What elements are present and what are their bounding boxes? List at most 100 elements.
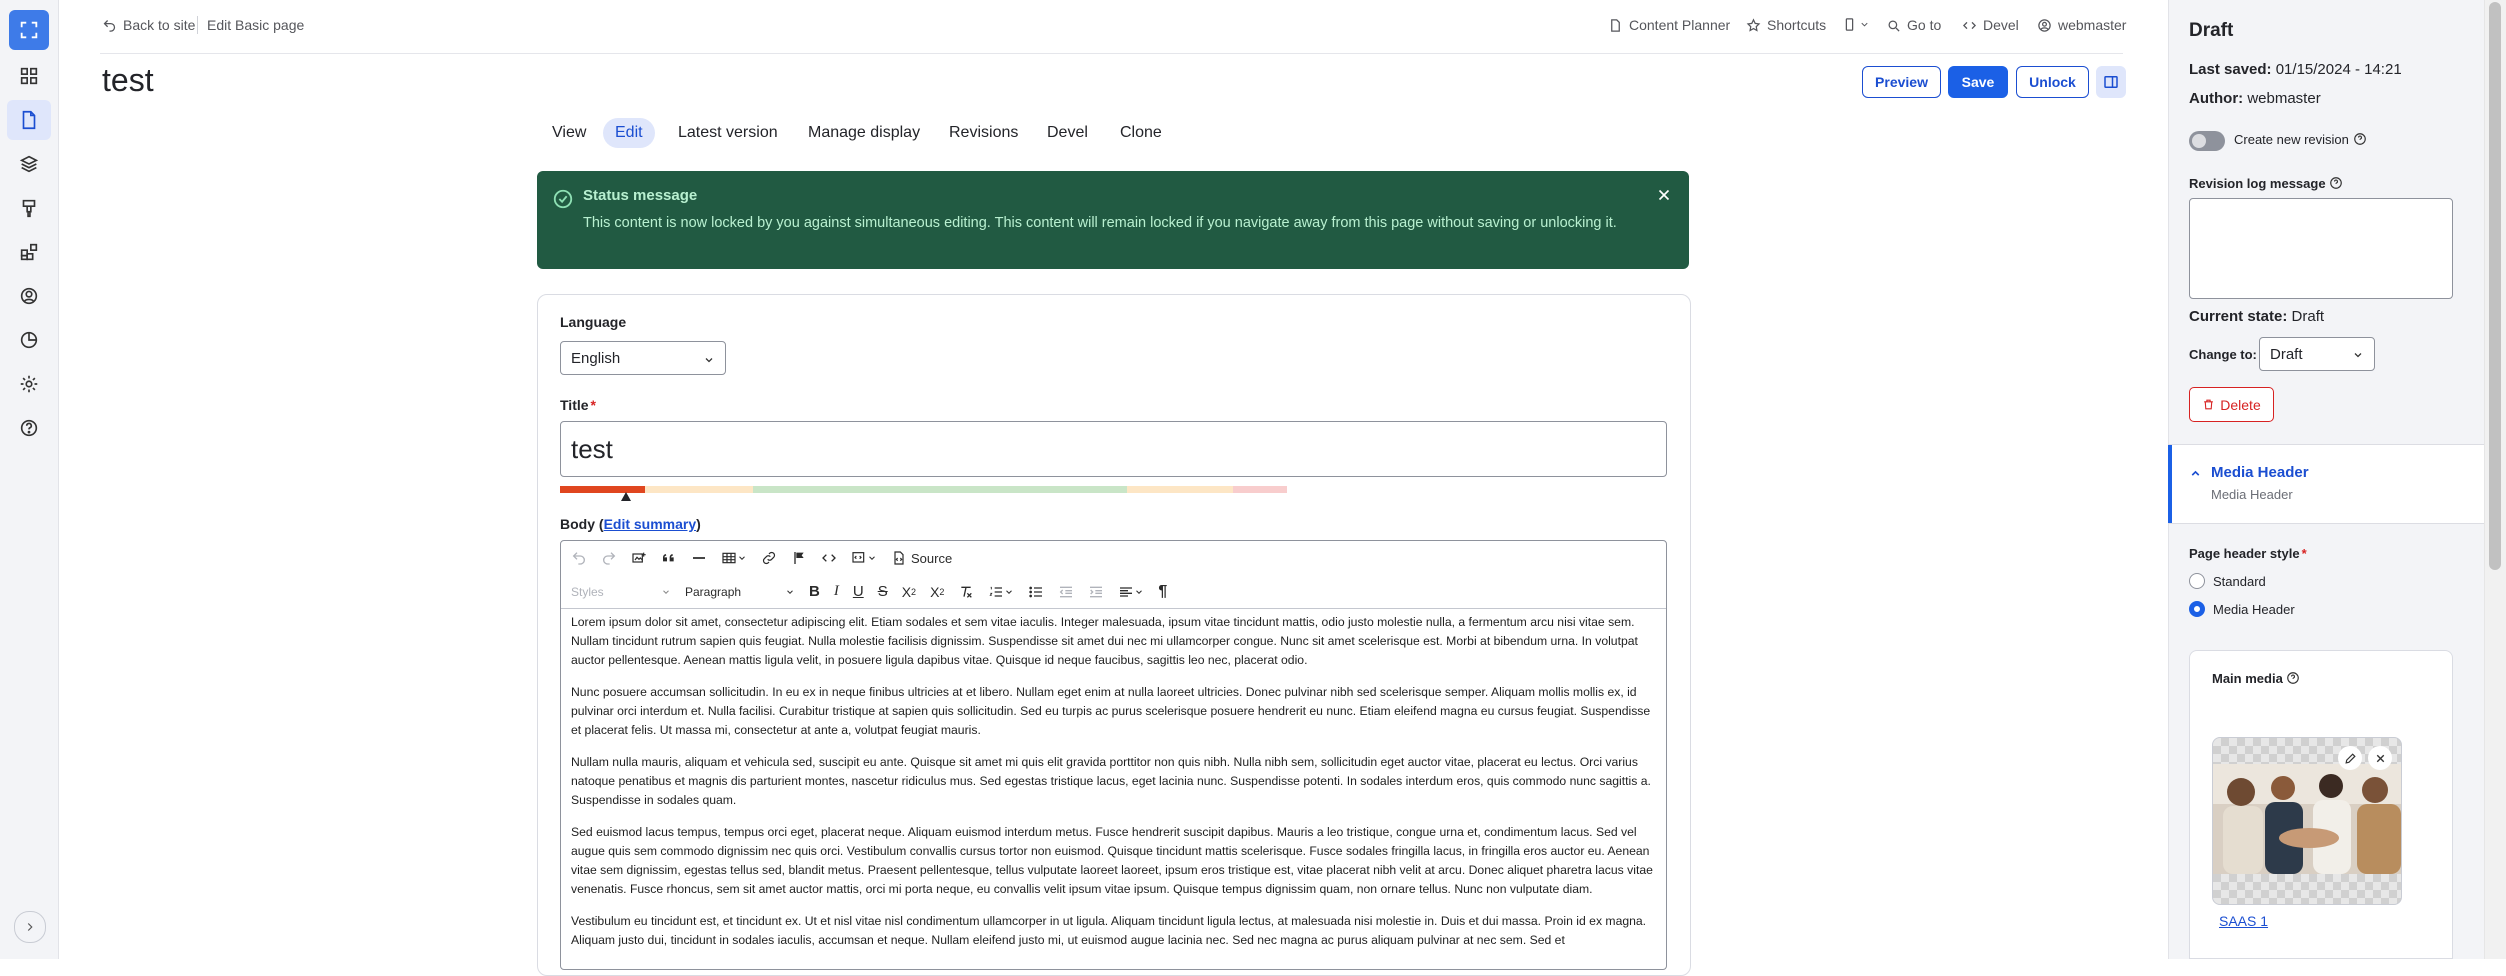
create-revision-toggle[interactable] [2189, 131, 2225, 151]
radio-standard[interactable] [2189, 573, 2205, 589]
readability-meter [560, 486, 1667, 493]
strikethrough-icon[interactable]: S [878, 583, 888, 600]
anchor-flag-icon[interactable] [791, 550, 807, 566]
horizontal-line-icon[interactable] [691, 550, 707, 566]
edit-media-button[interactable] [2338, 746, 2362, 770]
content-icon[interactable] [7, 100, 51, 140]
appearance-icon[interactable] [7, 188, 51, 228]
go-to-label: Go to [1907, 17, 1942, 33]
styles-dropdown[interactable]: Styles [571, 585, 671, 599]
unlock-button[interactable]: Unlock [2016, 66, 2089, 98]
people-icon[interactable] [7, 276, 51, 316]
link-icon[interactable] [761, 550, 777, 566]
code-icon[interactable] [821, 550, 837, 566]
help-icon[interactable] [7, 408, 51, 448]
media-header-section-toggle[interactable] [2168, 445, 2484, 523]
media-header-subtitle: Media Header [2211, 487, 2293, 502]
dashboard-icon[interactable] [7, 56, 51, 96]
bold-icon[interactable]: B [809, 583, 820, 600]
expand-sidebar-button[interactable] [14, 911, 46, 943]
back-to-site-link[interactable]: Back to site [102, 17, 195, 33]
logo-icon[interactable] [9, 10, 49, 50]
toggle-knob [2192, 134, 2206, 148]
tab-edit[interactable]: Edit [603, 118, 655, 148]
chevron-down-icon [2354, 353, 2362, 358]
preview-button[interactable]: Preview [1862, 66, 1941, 98]
meter-segment [1126, 486, 1234, 493]
meter-segment [645, 486, 753, 493]
media-thumbnail[interactable] [2212, 737, 2402, 905]
blockquote-icon[interactable] [661, 550, 677, 566]
show-blocks-icon[interactable]: ¶ [1158, 583, 1167, 601]
edit-summary-link[interactable]: Edit summary [604, 516, 697, 532]
tab-latest-version[interactable]: Latest version [666, 118, 790, 148]
structure-icon[interactable] [7, 144, 51, 184]
code-block-icon[interactable] [851, 550, 877, 566]
extend-icon[interactable] [7, 232, 51, 272]
last-saved-value: 01/15/2024 - 14:21 [2275, 61, 2402, 78]
toggle-sidebar-button[interactable] [2096, 66, 2126, 98]
change-to-select[interactable]: Draft [2259, 337, 2375, 371]
configuration-icon[interactable] [7, 364, 51, 404]
search-icon [1888, 20, 1900, 32]
tab-manage-display[interactable]: Manage display [796, 118, 932, 148]
revision-log-textarea[interactable] [2189, 198, 2453, 299]
star-icon [1746, 17, 1761, 32]
pencil-icon [2344, 752, 2356, 764]
text-align-icon[interactable] [1118, 584, 1144, 600]
undo-icon[interactable] [571, 550, 587, 566]
help-icon[interactable] [2329, 176, 2343, 190]
current-state-value: Draft [2291, 308, 2325, 325]
shortcuts-link[interactable]: Shortcuts [1746, 17, 1826, 33]
superscript-icon[interactable]: X2 [930, 584, 944, 600]
help-icon[interactable] [2286, 671, 2300, 685]
status-title: Status message [583, 187, 698, 204]
bulleted-list-icon[interactable] [1028, 584, 1044, 600]
paragraph-dropdown[interactable]: Paragraph [685, 585, 795, 599]
redo-icon[interactable] [601, 550, 617, 566]
editor-content[interactable]: Lorem ipsum dolor sit amet, consectetur … [571, 613, 1653, 963]
body-paragraph: Nullam nulla mauris, aliquam et vehicula… [571, 755, 1651, 807]
tab-devel[interactable]: Devel [1035, 118, 1100, 148]
user-menu[interactable]: webmaster [2037, 17, 2126, 33]
italic-icon[interactable]: I [834, 583, 839, 600]
delete-button[interactable]: Delete [2189, 387, 2274, 422]
tab-clone[interactable]: Clone [1108, 118, 1174, 148]
close-icon[interactable] [1655, 186, 1673, 204]
media-name-link[interactable]: SAAS 1 [2219, 913, 2268, 929]
content-planner-link[interactable]: Content Planner [1608, 17, 1730, 33]
subscript-icon[interactable]: X2 [902, 584, 916, 600]
help-icon[interactable] [2353, 132, 2367, 146]
source-icon [894, 551, 904, 565]
last-saved: Last saved: 01/15/2024 - 14:21 [2189, 61, 2402, 78]
insert-media-icon[interactable] [631, 550, 647, 566]
go-to-link[interactable]: Go to [1886, 17, 1941, 33]
device-preview-toggle[interactable] [1842, 17, 1870, 32]
outdent-icon[interactable] [1058, 584, 1074, 600]
tab-revisions[interactable]: Revisions [937, 118, 1030, 148]
numbered-list-icon[interactable] [988, 584, 1014, 600]
tab-view[interactable]: View [540, 118, 598, 148]
source-button[interactable]: Source [891, 550, 952, 566]
save-button[interactable]: Save [1948, 66, 2008, 98]
remove-format-icon[interactable] [958, 584, 974, 600]
underline-icon[interactable]: U [853, 583, 864, 600]
content-planner-label: Content Planner [1629, 17, 1731, 33]
devel-link[interactable]: Devel [1962, 17, 2019, 33]
status-text: This content is now locked by you agains… [583, 215, 1617, 231]
title-input[interactable]: test [560, 421, 1667, 477]
body-paragraph: Nunc posuere accumsan sollicitudin. In e… [571, 685, 1651, 737]
required-marker: * [590, 397, 596, 413]
author-value: webmaster [2247, 90, 2321, 107]
language-select[interactable]: English [560, 341, 726, 375]
scrollbar-thumb[interactable] [2489, 2, 2501, 570]
create-revision-text: Create new revision [2234, 132, 2349, 147]
insert-table-icon[interactable] [721, 550, 747, 566]
author: Author: webmaster [2189, 90, 2321, 107]
radio-media-header[interactable] [2189, 601, 2205, 617]
devel-label: Devel [1983, 17, 2019, 33]
indent-icon[interactable] [1088, 584, 1104, 600]
user-name: webmaster [2058, 17, 2127, 33]
reports-icon[interactable] [7, 320, 51, 360]
remove-media-button[interactable] [2368, 746, 2392, 770]
